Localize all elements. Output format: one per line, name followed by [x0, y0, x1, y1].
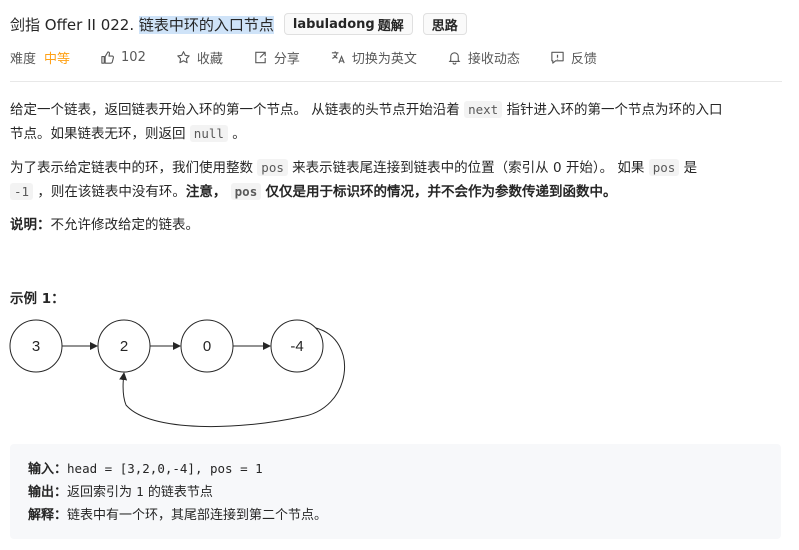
output-text-b: 的链表节点 — [147, 485, 213, 500]
list-node: 3 — [9, 319, 63, 373]
difficulty-value: 中等 — [44, 51, 71, 67]
output-text-a: 返回索引为 — [67, 485, 133, 500]
explain-value: 链表中有一个环，其尾部连接到第二个节点。 — [67, 508, 328, 523]
input-value: head = [3,2,0,-4], pos = 1 — [67, 461, 263, 476]
thumbs-up-icon — [101, 50, 115, 64]
p2-text-c: 是 — [683, 160, 698, 176]
favorite-label: 收藏 — [196, 51, 223, 67]
output-index: 1 — [136, 484, 144, 499]
share-button[interactable]: 分享 — [253, 48, 300, 67]
difficulty: 难度 中等 — [10, 48, 70, 67]
code-pos: pos — [257, 159, 288, 176]
code-pos-3: pos — [230, 183, 262, 200]
thoughts-tag[interactable]: 思路 — [422, 13, 467, 35]
note-text: 仅仅是用于标识环的情况，并不会作为参数传递到函数中。 — [265, 184, 617, 200]
explanation-label: 说明： — [10, 217, 51, 233]
explanation-text: 不允许修改给定的链表。 — [50, 217, 200, 233]
example-explanation: 解释：链表中有一个环，其尾部连接到第二个节点。 — [28, 504, 327, 523]
subscribe-label: 接收动态 — [467, 51, 520, 67]
difficulty-label: 难度 — [10, 51, 37, 67]
p1-text-b: 指针进入环的第一个节点为环的入口 — [506, 102, 723, 118]
feedback-button[interactable]: 反馈 — [550, 48, 597, 67]
example-input: 输入：head = [3,2,0,-4], pos = 1 — [28, 458, 263, 477]
feedback-label: 反馈 — [570, 51, 597, 67]
description-paragraph-3: 说明：不允许修改给定的链表。 — [10, 214, 785, 237]
linked-list-diagram: 3 2 0 -4 — [9, 319, 345, 428]
tag-author-suffix: 题解 — [377, 18, 404, 34]
share-label: 分享 — [273, 51, 300, 67]
svg-text:-4: -4 — [290, 338, 303, 355]
p1-text-a: 给定一个链表，返回链表开始入环的第一个节点。 从链表的头节点开始沿着 — [10, 102, 460, 118]
p2-text-b: 来表示链表尾连接到链表中的位置（索引从 0 开始）。 如果 — [292, 160, 645, 176]
labuladong-tag[interactable]: labuladong 题解 — [283, 13, 413, 35]
description-paragraph-1: 给定一个链表，返回链表开始入环的第一个节点。 从链表的头节点开始沿着 next … — [10, 98, 785, 146]
example-output: 输出：返回索引为 1 的链表节点 — [28, 481, 213, 500]
problem-title: 剑指 Offer II 022. 链表中环的入口节点 — [10, 14, 274, 35]
translate-icon — [331, 50, 345, 63]
translate-label: 切换为英文 — [351, 51, 417, 67]
subscribe-button[interactable]: 接收动态 — [447, 48, 520, 67]
title-highlight: 链表中环的入口节点 — [138, 15, 274, 34]
tag-thoughts-label: 思路 — [431, 18, 458, 34]
translate-button[interactable]: 切换为英文 — [330, 48, 417, 67]
svg-text:3: 3 — [32, 338, 40, 355]
code-null: null — [189, 125, 228, 142]
explain-label: 解释： — [28, 508, 68, 523]
code-minus-one: -1 — [10, 183, 34, 200]
code-pos-2: pos — [648, 159, 680, 176]
favorite-button[interactable]: 收藏 — [176, 48, 223, 67]
header-divider — [10, 81, 782, 82]
example-box: 输入：head = [3,2,0,-4], pos = 1 输出：返回索引为 1… — [10, 444, 781, 539]
like-button[interactable]: 102 — [100, 50, 146, 65]
title-prefix: 剑指 Offer II 022. — [10, 15, 139, 34]
list-node: 2 — [97, 319, 151, 373]
p1-text-d: 。 — [232, 126, 246, 142]
p2-text-a: 为了表示给定链表中的环，我们使用整数 — [10, 160, 253, 176]
list-node: 0 — [180, 319, 234, 373]
title-row: 剑指 Offer II 022. 链表中环的入口节点 labuladong 题解 … — [10, 11, 467, 37]
star-icon — [177, 50, 190, 63]
tag-author: labuladong — [292, 16, 375, 32]
bell-icon — [448, 51, 461, 65]
output-label: 输出： — [28, 485, 68, 500]
p1-text-c: 节点。如果链表无环，则返回 — [10, 126, 186, 142]
svg-text:0: 0 — [203, 338, 211, 355]
feedback-icon — [551, 51, 564, 64]
list-node: -4 — [270, 319, 324, 373]
input-label: 输入： — [28, 462, 68, 477]
meta-row: 难度 中等 102 收藏 分享 切换为英文 接收动态 反馈 — [10, 46, 627, 68]
p2-text-d: ，则在该链表中没有环。 — [37, 184, 186, 200]
svg-text:2: 2 — [120, 338, 128, 355]
like-count: 102 — [121, 49, 146, 65]
note-label: 注意， — [185, 184, 227, 200]
description-paragraph-2: 为了表示给定链表中的环，我们使用整数 pos 来表示链表尾连接到链表中的位置（索… — [10, 156, 785, 204]
code-next: next — [464, 101, 503, 118]
example-title: 示例 1： — [10, 291, 65, 307]
share-icon — [255, 51, 266, 63]
